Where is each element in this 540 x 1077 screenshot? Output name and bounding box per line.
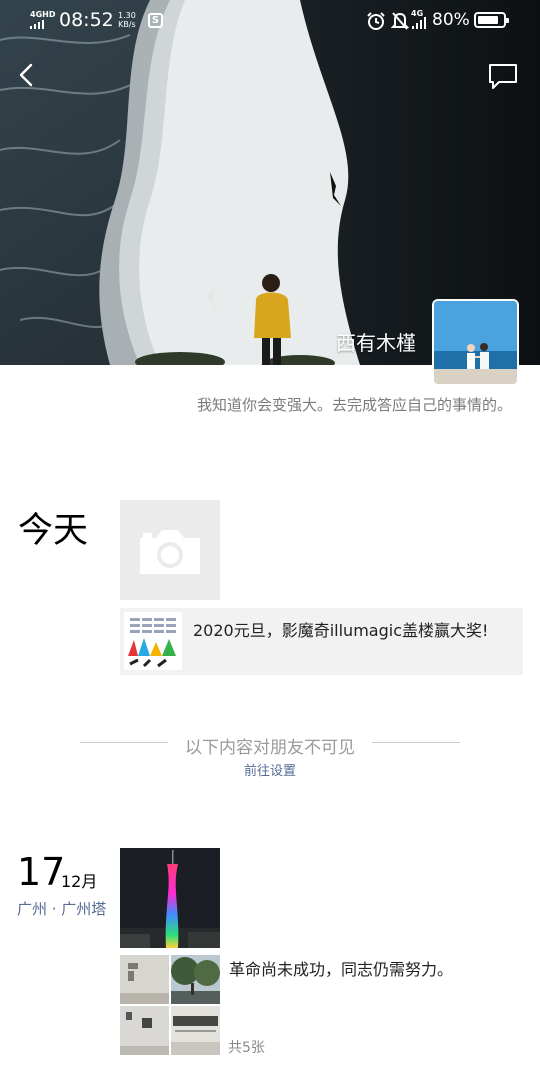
post-date-month: 12月 [61,872,98,891]
post-text: 革命尚未成功，同志仍需努力。 [229,960,454,979]
avatar-image [434,301,517,384]
post-photo-thumb[interactable] [171,955,220,1004]
status-bar: 4GHD 08:52 1.30 KB/s S 4G 80% [0,0,540,42]
shared-link-title: 2020元旦，影魔奇illumagic盖楼赢大奖! [193,621,489,640]
post-photo-canton-tower[interactable] [120,848,220,948]
today-label: 今天 [18,511,89,551]
profile-signature: 我知道你会变强大。去完成答应自己的事情的。 [196,396,512,414]
privacy-notice: 以下内容对朋友不可见 [183,738,357,758]
signal-bars-icon [30,20,55,29]
photo-count: 共5张 [228,1040,265,1056]
signal-indicator: 4GHD [30,10,55,29]
go-to-settings-link[interactable]: 前往设置 [244,764,296,779]
muted-bell-icon [391,12,409,30]
app-notification-icon: S [148,13,163,28]
shared-link-thumbnail [124,612,182,670]
network-label: 4GHD [30,10,56,19]
speed-value: 1.30 [118,11,136,20]
post-photo-grid [120,955,220,1055]
battery-icon [474,12,509,28]
comment-bubble-icon[interactable] [487,62,519,90]
clock: 08:52 [59,9,114,31]
post-date-day: 17 [17,850,66,894]
wall-photo [120,1006,169,1055]
new-post-camera-button[interactable] [120,500,220,600]
speed-unit: KB/s [118,20,136,29]
camera-icon [140,530,200,574]
avatar[interactable] [432,299,519,386]
mobile-signal-icon [412,17,426,29]
back-arrow-icon[interactable] [12,60,42,90]
alarm-clock-icon [367,12,385,30]
post-photo-thumb[interactable] [120,1006,169,1055]
privacy-divider: 以下内容对朋友不可见 [80,733,460,758]
post-location[interactable]: 广州 · 广州塔 [17,899,109,919]
profile-name[interactable]: 西有木槿 [336,327,416,356]
sign-photo [171,1006,220,1055]
network-speed: 1.30 KB/s [118,11,136,29]
battery-percent: 80% [432,10,470,30]
wall-photo [120,955,169,1004]
shared-link-card[interactable]: 2020元旦，影魔奇illumagic盖楼赢大奖! [120,608,523,675]
post-photo-thumb[interactable] [120,955,169,1004]
post-photo-thumb[interactable] [171,1006,220,1055]
tree-photo [171,955,220,1004]
canton-tower-image [120,848,220,948]
